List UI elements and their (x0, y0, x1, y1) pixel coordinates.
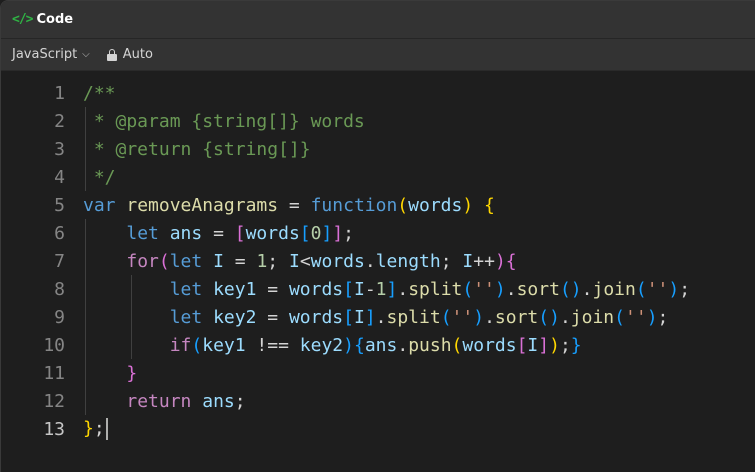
code-text: */ (83, 166, 116, 188)
line-number: 10 (43, 334, 65, 356)
line-number: 11 (43, 362, 65, 384)
title-bar: </> Code (1, 1, 755, 39)
code-line-active: 13 }; (1, 415, 755, 443)
code-line: 8 let key1 = words[I-1].split('').sort()… (1, 275, 755, 303)
code-brackets-icon: </> (12, 12, 34, 27)
code-line: 5 var removeAnagrams = function(words) { (1, 191, 755, 219)
code-line: 4 */ (1, 163, 755, 191)
language-label: JavaScript (12, 47, 78, 62)
chevron-down-icon: ⌵ (82, 49, 90, 60)
code-line: 11 } (1, 359, 755, 387)
code-editor[interactable]: 1 /** 2 * @param {string[]} words 3 * @r… (1, 73, 755, 472)
code-line: 1 /** (1, 79, 755, 107)
line-number: 9 (54, 306, 65, 328)
lock-icon (106, 48, 117, 61)
line-number: 13 (43, 418, 65, 440)
code-line: 10 if(key1 !== key2){ans.push(words[I]);… (1, 331, 755, 359)
code-text: let key1 = words[I-1].split('').sort().j… (169, 278, 691, 300)
code-text: if(key1 !== key2){ans.push(words[I]);} (169, 334, 582, 356)
code-line: 7 for(let I = 1; I<words.length; I++){ (1, 247, 755, 275)
code-line: 12 return ans; (1, 387, 755, 415)
code-text: * @return {string[]} (83, 138, 311, 160)
code-text: var removeAnagrams = function(words) { (83, 194, 495, 216)
code-text: return ans; (126, 390, 246, 412)
line-number: 3 (54, 138, 65, 160)
auto-mode-toggle[interactable]: Auto (106, 47, 153, 62)
code-line: 9 let key2 = words[I].split('').sort().j… (1, 303, 755, 331)
code-line: 6 let ans = [words[0]]; (1, 219, 755, 247)
editor-toolbar: JavaScript ⌵ Auto (1, 39, 755, 71)
line-number: 1 (54, 82, 65, 104)
code-text: * @param {string[]} words (83, 110, 365, 132)
code-text: /** (83, 82, 116, 104)
line-number: 12 (43, 390, 65, 412)
code-window: </> Code JavaScript ⌵ Auto 1 /** 2 * @pa… (0, 0, 755, 472)
code-text: } (126, 362, 138, 384)
code-text: let ans = [words[0]]; (126, 222, 354, 244)
line-number: 5 (54, 194, 65, 216)
line-number: 2 (54, 110, 65, 132)
line-number: 7 (54, 250, 65, 272)
mode-label: Auto (122, 47, 153, 62)
language-selector[interactable]: JavaScript ⌵ (12, 47, 90, 62)
code-text: }; (83, 418, 108, 440)
text-cursor (105, 418, 108, 440)
line-number: 6 (54, 222, 65, 244)
window-title: Code (36, 12, 74, 27)
code-line: 3 * @return {string[]} (1, 135, 755, 163)
code-line: 2 * @param {string[]} words (1, 107, 755, 135)
line-number: 4 (54, 166, 65, 188)
code-text: for(let I = 1; I<words.length; I++){ (126, 250, 517, 272)
line-number: 8 (54, 278, 65, 300)
code-text: let key2 = words[I].split('').sort().joi… (169, 306, 669, 328)
